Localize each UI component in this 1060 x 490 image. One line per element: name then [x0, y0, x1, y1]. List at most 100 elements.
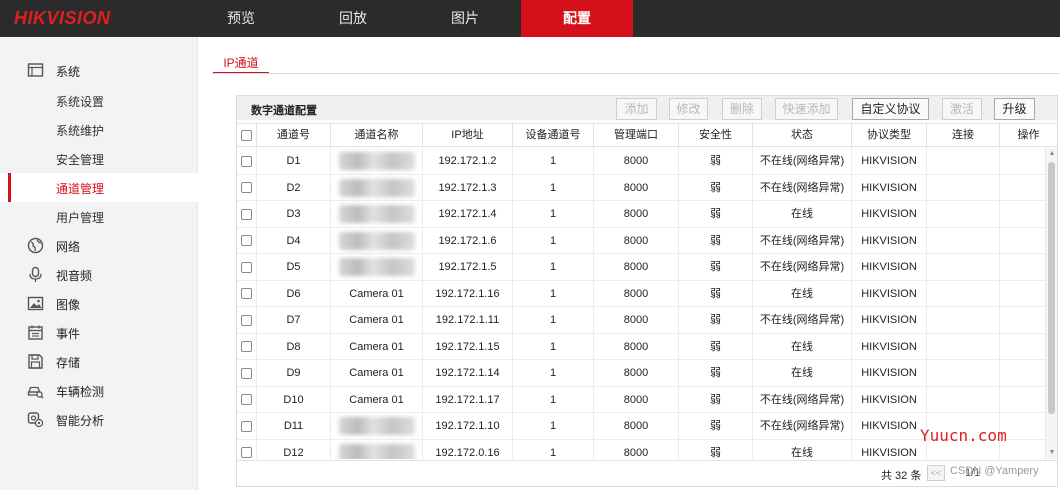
column-header[interactable]: 安全性 [679, 124, 753, 147]
quick-add-button[interactable]: 快速添加 [775, 98, 838, 120]
add-button[interactable]: 添加 [616, 98, 657, 120]
ip-address: 192.172.1.5 [423, 254, 513, 280]
nav-playback[interactable]: 回放 [297, 0, 409, 37]
operation-cell [1000, 175, 1045, 201]
row-checkbox-cell [237, 439, 257, 459]
connection-cell [927, 227, 1000, 254]
row-checkbox[interactable] [241, 420, 252, 432]
table-row[interactable]: D9 Camera 01 192.172.1.14 1 8000 弱在线 HIKVISION [237, 360, 1045, 387]
row-checkbox[interactable] [241, 341, 252, 353]
connection-status: 不在线(网络异常) [753, 413, 852, 439]
scroll-up-arrow-icon[interactable]: ▲ [1048, 150, 1056, 158]
row-checkbox[interactable] [241, 288, 252, 300]
redacted-name-blur [338, 231, 415, 250]
sidebar-item-system-maintenance[interactable]: 系统维护 [0, 115, 198, 144]
sidebar-group-system[interactable]: 系统 [0, 56, 198, 85]
scroll-down-arrow-icon[interactable]: ▼ [1048, 449, 1056, 457]
column-header[interactable]: 管理端口 [594, 124, 679, 147]
column-header[interactable]: 设备通道号 [513, 124, 594, 147]
main-nav: 预览 回放 图片 配置 [185, 0, 633, 37]
sidebar-group-video-audio[interactable]: 视音频 [0, 260, 198, 289]
table-row[interactable]: D10 Camera 01 192.172.1.17 1 8000 弱不在线(网络异常) H… [237, 386, 1045, 413]
row-checkbox-cell [237, 148, 257, 174]
tab-ip-channel[interactable]: IP通道 [213, 51, 269, 74]
row-checkbox[interactable] [241, 394, 252, 406]
row-checkbox[interactable] [241, 155, 252, 167]
table-row[interactable]: D8 Camera 01 192.172.1.15 1 8000 弱在线 HIKVISION [237, 333, 1045, 360]
security-level: 弱 [679, 280, 753, 307]
column-header[interactable]: 操作 [1000, 124, 1057, 147]
total-count: 共 32 条 [881, 470, 922, 482]
select-all-checkbox[interactable] [241, 129, 252, 141]
row-checkbox-cell [237, 227, 257, 254]
sidebar-group-label: 存储 [56, 356, 81, 370]
row-checkbox[interactable] [241, 314, 252, 326]
ip-address: 192.172.1.11 [423, 307, 513, 333]
row-checkbox[interactable] [241, 261, 252, 273]
channel-number: D8 [257, 333, 331, 360]
redacted-name-blur [338, 258, 415, 277]
protocol-type: HIKVISION [852, 201, 927, 227]
row-checkbox[interactable] [241, 182, 252, 194]
sidebar-group-vehicle-detection[interactable]: 车辆检测 [0, 376, 198, 405]
column-header[interactable]: 通道号 [257, 124, 331, 147]
image-icon [27, 296, 44, 311]
sidebar-item-security-management[interactable]: 安全管理 [0, 144, 198, 173]
protocol-type: HIKVISION [852, 174, 927, 201]
scrollbar-thumb[interactable] [1048, 162, 1055, 414]
sidebar-group-network[interactable]: 网络 [0, 231, 198, 260]
table-row[interactable]: D6 Camera 01 192.172.1.16 1 8000 弱在线 HIKVISION [237, 280, 1045, 307]
sidebar-item-system-settings[interactable]: 系统设置 [0, 86, 198, 115]
channel-name [331, 174, 423, 201]
sidebar-item-user-management[interactable]: 用户管理 [0, 202, 198, 231]
upgrade-button[interactable]: 升级 [994, 98, 1035, 120]
column-header[interactable]: 通道名称 [331, 124, 423, 147]
table-scrollbar[interactable]: ▲ ▼ [1045, 148, 1057, 459]
ip-address: 192.172.1.3 [423, 174, 513, 201]
channel-name [331, 254, 423, 280]
monitor-icon [27, 63, 44, 77]
sidebar-group-image[interactable]: 图像 [0, 289, 198, 318]
row-checkbox[interactable] [241, 367, 252, 379]
custom-protocol-button[interactable]: 自定义协议 [852, 98, 929, 120]
sidebar-group-event[interactable]: 事件 [0, 318, 198, 347]
nav-picture[interactable]: 图片 [409, 0, 521, 37]
operation-cell [1000, 254, 1045, 280]
connection-cell [927, 386, 1000, 413]
first-page-icon[interactable]: << [927, 465, 945, 481]
row-checkbox[interactable] [241, 447, 252, 459]
row-checkbox[interactable] [241, 235, 252, 247]
sidebar-item-channel-management[interactable]: 通道管理 [0, 173, 198, 202]
table-row[interactable]: D7 Camera 01 192.172.1.11 1 8000 弱不在线(网络异常) HI… [237, 307, 1045, 334]
table-row[interactable]: D3 192.172.1.4 1 8000 弱在线 HIKVISION [237, 201, 1045, 228]
operation-cell [1000, 413, 1045, 439]
nav-preview[interactable]: 预览 [185, 0, 297, 37]
channel-number: D3 [257, 201, 331, 227]
table-row[interactable]: D1 192.172.1.2 1 8000 弱不在线(网络异常) HIKVISION [237, 148, 1045, 175]
column-header[interactable]: IP地址 [423, 124, 513, 147]
table-row[interactable]: D4 192.172.1.6 1 8000 弱不在线(网络异常) HIKVISION [237, 227, 1045, 254]
table-row[interactable]: D5 192.172.1.5 1 8000 弱不在线(网络异常) HIKVISION [237, 254, 1045, 281]
delete-button[interactable]: 删除 [722, 98, 762, 120]
channel-name [331, 413, 423, 439]
sidebar-group-storage[interactable]: 存储 [0, 347, 198, 376]
column-header[interactable]: 状态 [753, 124, 852, 147]
operation-cell [1000, 440, 1045, 460]
management-port: 8000 [594, 386, 679, 413]
ip-address: 192.172.1.4 [423, 201, 513, 227]
modify-button[interactable]: 修改 [669, 98, 708, 120]
row-checkbox-cell [237, 280, 257, 307]
channel-number: D5 [257, 254, 331, 280]
column-header[interactable]: 协议类型 [852, 124, 927, 147]
panel-toolbar: 数字通道配置 添加 修改 删除 快速添加 自定义协议 激活 升级 [237, 96, 1057, 120]
column-header[interactable]: 连接 [927, 124, 1000, 147]
row-checkbox[interactable] [241, 208, 252, 220]
nav-configuration[interactable]: 配置 [521, 0, 633, 37]
redacted-name-blur [338, 443, 415, 459]
table-row[interactable]: D2 192.172.1.3 1 8000 弱不在线(网络异常) HIKVISION [237, 174, 1045, 201]
protocol-type: HIKVISION [852, 386, 927, 413]
sidebar-group-smart-analysis[interactable]: 智能分析 [0, 405, 198, 434]
panel-title: 数字通道配置 [251, 105, 317, 117]
protocol-type: HIKVISION [852, 148, 927, 174]
activate-button[interactable]: 激活 [942, 98, 982, 120]
